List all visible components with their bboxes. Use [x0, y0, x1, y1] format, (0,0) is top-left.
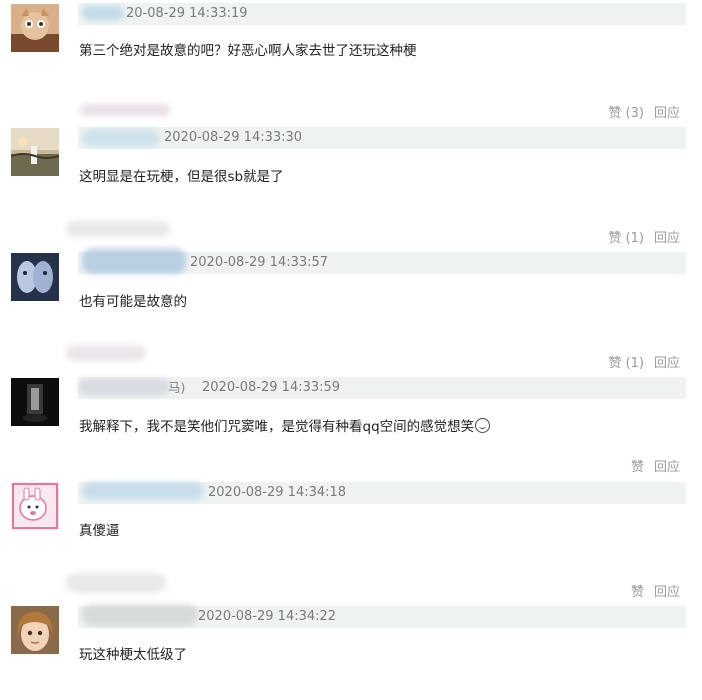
- avatar[interactable]: [11, 253, 59, 301]
- like-button[interactable]: 赞: [631, 460, 644, 475]
- like-button[interactable]: 赞 (3): [608, 106, 644, 121]
- reply-button[interactable]: 回应: [654, 231, 680, 246]
- like-button[interactable]: 赞: [631, 585, 644, 600]
- comment-text: 这明显是在玩梗，但是很sb就是了: [79, 169, 284, 185]
- smile-emoji-icon: [475, 418, 491, 433]
- blurred-username: [78, 378, 170, 396]
- avatar[interactable]: [11, 128, 59, 176]
- reply-button[interactable]: 回应: [654, 460, 680, 475]
- comment-text: 也有可能是故意的: [79, 294, 187, 310]
- comment-timestamp: 2020-08-29 14:34:22: [198, 609, 337, 624]
- comment-actions: 赞 (1) 回应: [598, 227, 680, 246]
- blurred-username: [80, 104, 170, 116]
- avatar[interactable]: [11, 4, 59, 52]
- blurred-username: [82, 129, 160, 147]
- comment-text-content: 我解释下，我不是笑他们咒窦唯，是觉得有种看qq空间的感觉想笑: [79, 419, 475, 435]
- comment-timestamp: 2020-08-29 14:34:18: [208, 485, 347, 500]
- avatar[interactable]: [11, 606, 59, 654]
- blurred-username: [82, 604, 198, 626]
- comment-actions: 赞 (1) 回应: [598, 352, 680, 371]
- comment-text: 我解释下，我不是笑他们咒窦唯，是觉得有种看qq空间的感觉想笑: [79, 418, 491, 436]
- reply-button[interactable]: 回应: [654, 585, 680, 600]
- comment-actions: 赞 (3) 回应: [598, 102, 680, 121]
- blurred-username: [82, 6, 124, 20]
- reply-button[interactable]: 回应: [654, 106, 680, 121]
- reply-button[interactable]: 回应: [654, 356, 680, 371]
- like-button[interactable]: 赞 (1): [608, 231, 644, 246]
- like-button[interactable]: 赞 (1): [608, 356, 644, 371]
- blurred-username: [66, 573, 166, 593]
- comment-timestamp: 2020-08-29 14:33:57: [190, 255, 329, 270]
- comment-text: 真傻逼: [79, 523, 120, 539]
- avatar[interactable]: [11, 378, 59, 426]
- comment-actions: 赞回应: [621, 456, 680, 475]
- blurred-username: [82, 248, 186, 274]
- blurred-username: [66, 221, 170, 237]
- comment-text: 玩这种梗太低级了: [79, 647, 187, 663]
- comment-timestamp: 2020-08-29 14:33:30: [164, 130, 303, 145]
- comment-text: 第三个绝对是故意的吧？好恶心啊人家去世了还玩这种梗: [79, 43, 417, 59]
- comment-timestamp: 20-08-29 14:33:19: [126, 6, 248, 21]
- avatar[interactable]: [11, 482, 59, 530]
- blurred-username: [66, 345, 146, 361]
- blurred-username: [82, 482, 204, 500]
- comment-timestamp: 2020-08-29 14:33:59: [202, 380, 341, 395]
- comment-actions: 赞回应: [621, 581, 680, 600]
- username-fragment[interactable]: 马): [168, 377, 185, 399]
